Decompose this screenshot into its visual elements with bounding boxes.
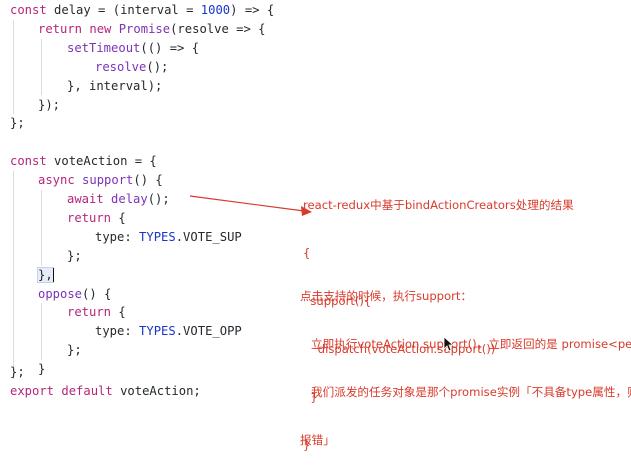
annotation-title: react-redux中基于bindActionCreators处理的结果 xyxy=(303,198,574,212)
mouse-pointer-icon xyxy=(443,336,455,352)
annotation-note-support-click: 点击支持的时候，执行support： 立即执行voteAction.suppor… xyxy=(300,256,631,464)
annotation-line: 立即执行voteAction.support()，立即返回的是 promise<… xyxy=(311,337,631,351)
annotation-line: 我们派发的任务对象是那个promise实例「不具备type属性，则 xyxy=(300,385,631,399)
annotation-line: 报错」 xyxy=(300,433,335,447)
annotation-line: 点击支持的时候，执行support： xyxy=(300,289,473,303)
